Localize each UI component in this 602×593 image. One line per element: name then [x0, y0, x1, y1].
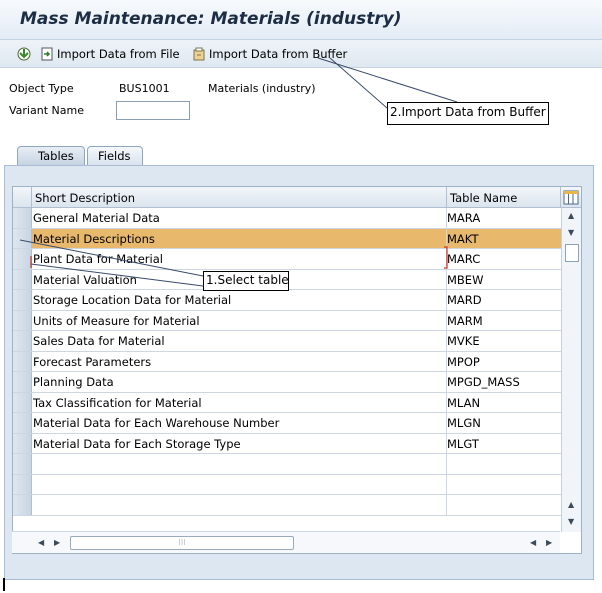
annotation-overlay	[3, 57, 458, 591]
callout-select-table: 1.Select table	[203, 271, 289, 291]
callout-import-buffer: 2.Import Data from Buffer	[387, 102, 549, 125]
